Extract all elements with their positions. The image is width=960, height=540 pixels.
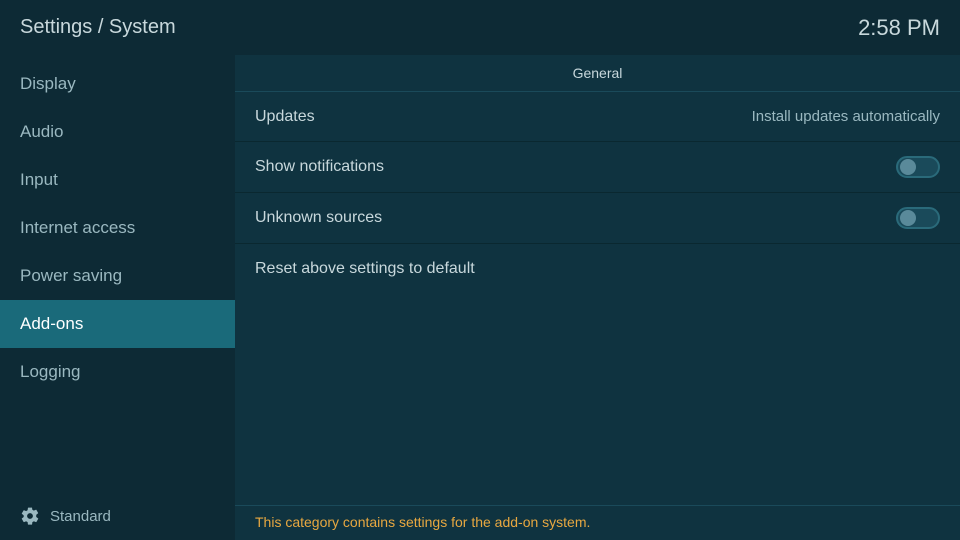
row-label-unknown-sources: Unknown sources	[255, 209, 382, 227]
settings-row-updates: Updates Install updates automatically	[235, 92, 960, 142]
toggle-unknown-sources[interactable]	[896, 207, 940, 229]
sidebar-item-audio[interactable]: Audio	[0, 108, 235, 156]
sidebar-footer: Standard	[0, 492, 235, 540]
sidebar-item-logging[interactable]: Logging	[0, 348, 235, 396]
row-label-show-notifications: Show notifications	[255, 158, 384, 176]
app-container: Settings / System 2:58 PM DisplayAudioIn…	[0, 0, 960, 540]
row-value-updates: Install updates automatically	[752, 108, 940, 125]
row-label-reset-settings: Reset above settings to default	[255, 260, 475, 278]
section-header: General	[235, 55, 960, 92]
sidebar-item-input[interactable]: Input	[0, 156, 235, 204]
settings-panel: General Updates Install updates automatic…	[235, 55, 960, 505]
page-title: Settings / System	[20, 16, 176, 39]
footer-description: This category contains settings for the …	[255, 514, 590, 530]
content-footer: This category contains settings for the …	[235, 505, 960, 540]
settings-row-show-notifications: Show notifications	[235, 142, 960, 193]
settings-row-reset-settings[interactable]: Reset above settings to default	[235, 244, 960, 294]
sidebar-item-add-ons[interactable]: Add-ons	[0, 300, 235, 348]
sidebar-item-internet-access[interactable]: Internet access	[0, 204, 235, 252]
header: Settings / System 2:58 PM	[0, 0, 960, 55]
toggle-show-notifications[interactable]	[896, 156, 940, 178]
main-area: DisplayAudioInputInternet accessPower sa…	[0, 55, 960, 540]
content-area: General Updates Install updates automatic…	[235, 55, 960, 540]
standard-label: Standard	[50, 508, 111, 525]
sidebar: DisplayAudioInputInternet accessPower sa…	[0, 55, 235, 540]
sidebar-item-power-saving[interactable]: Power saving	[0, 252, 235, 300]
clock: 2:58 PM	[858, 15, 940, 41]
settings-row-unknown-sources: Unknown sources	[235, 193, 960, 244]
sidebar-item-display[interactable]: Display	[0, 60, 235, 108]
row-label-updates: Updates	[255, 108, 315, 126]
gear-icon	[20, 506, 40, 526]
